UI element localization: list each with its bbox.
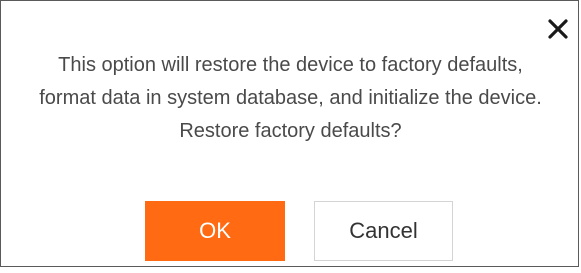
cancel-button[interactable]: Cancel [314, 201, 453, 261]
close-button[interactable] [546, 17, 570, 41]
confirm-dialog: This option will restore the device to f… [0, 0, 579, 267]
ok-button[interactable]: OK [145, 201, 285, 261]
close-icon [548, 19, 568, 39]
dialog-message: This option will restore the device to f… [39, 54, 542, 142]
